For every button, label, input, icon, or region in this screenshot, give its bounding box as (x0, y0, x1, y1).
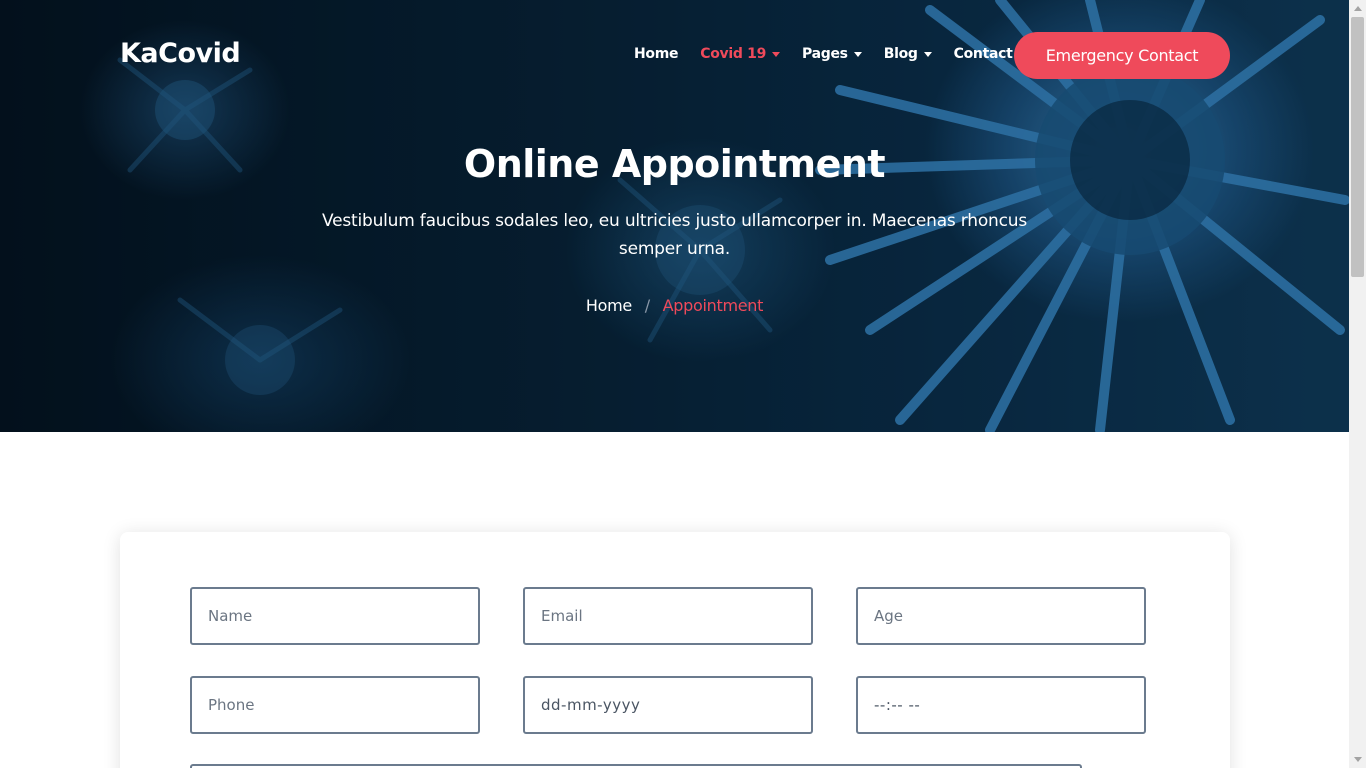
caret-down-icon (772, 51, 781, 57)
emergency-contact-button[interactable]: Emergency Contact (1014, 32, 1230, 79)
nav-item-contact[interactable]: Contact (954, 46, 1013, 62)
caret-down-icon (853, 51, 862, 57)
date-input[interactable]: dd-mm-yyyy (523, 676, 813, 734)
nav-item-label: Pages (802, 46, 848, 62)
nav-item-pages[interactable]: Pages (802, 46, 862, 62)
time-input[interactable]: --:-- -- (856, 676, 1146, 734)
main-nav: Home Covid 19 Pages Blog Contact (634, 46, 1035, 62)
breadcrumb-separator: / (644, 296, 650, 315)
message-field[interactable] (190, 764, 1082, 768)
page-scrollbar[interactable] (1349, 0, 1366, 768)
scrollbar-thumb[interactable] (1351, 17, 1364, 277)
email-input[interactable] (523, 587, 813, 645)
nav-item-covid-19[interactable]: Covid 19 (700, 46, 781, 62)
scroll-down-arrow-icon[interactable] (1349, 751, 1366, 768)
page-subtitle: Vestibulum faucibus sodales leo, eu ultr… (321, 211, 1028, 259)
hero-banner: KaCovid Home Covid 19 Pages Blog Contact… (0, 0, 1349, 432)
breadcrumb: Home / Appointment (0, 296, 1349, 315)
nav-item-label: Covid 19 (700, 46, 767, 62)
page-title: Online Appointment (463, 142, 886, 186)
phone-input[interactable] (190, 676, 480, 734)
brand-logo[interactable]: KaCovid (120, 38, 241, 69)
age-input[interactable] (856, 587, 1146, 645)
nav-item-label: Home (634, 46, 679, 62)
nav-item-label: Contact (953, 46, 1013, 62)
nav-item-label: Blog (883, 46, 918, 62)
name-input[interactable] (190, 587, 480, 645)
scroll-up-arrow-icon[interactable] (1349, 0, 1366, 17)
breadcrumb-current: Appointment (662, 296, 764, 315)
caret-down-icon (923, 51, 932, 57)
nav-item-home[interactable]: Home (634, 46, 679, 62)
nav-item-blog[interactable]: Blog (884, 46, 932, 62)
breadcrumb-home-link[interactable]: Home (586, 296, 632, 315)
